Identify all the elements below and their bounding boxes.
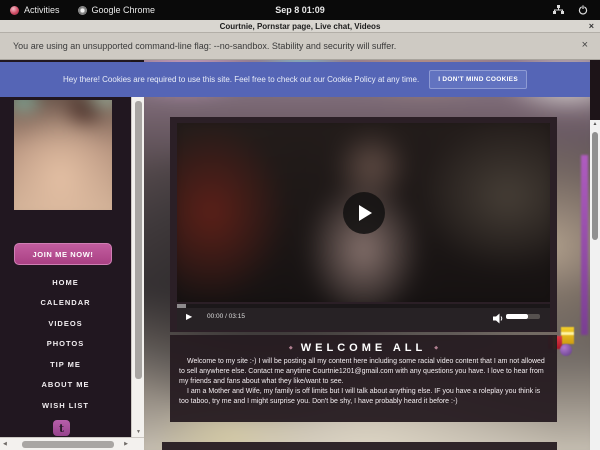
- video-controls: ▶ 00:00 / 03:15: [177, 304, 550, 330]
- browser-scroll-up-icon[interactable]: ▲: [590, 121, 600, 127]
- background-curtain: [581, 155, 588, 335]
- time-display: 00:00 / 03:15: [207, 313, 245, 320]
- sidebar-horizontal-scrollbar-thumb[interactable]: [22, 441, 114, 448]
- sidebar: JOIN ME NOW! HOME CALENDAR VIDEOS PHOTOS…: [0, 60, 131, 450]
- welcome-paragraph: I am a Mother and Wife, my family is off…: [179, 387, 548, 407]
- cookie-accept-button[interactable]: I DON'T MIND COOKIES: [429, 70, 527, 89]
- sidebar-item-calendar[interactable]: CALENDAR: [40, 293, 90, 314]
- video-progress-thumb[interactable]: [177, 304, 186, 308]
- warning-close-icon[interactable]: ×: [582, 39, 588, 51]
- activities-button[interactable]: Activities: [10, 5, 60, 15]
- sidebar-item-wish-list[interactable]: WISH LIST: [42, 395, 89, 416]
- play-overlay-button[interactable]: [343, 192, 385, 234]
- sidebar-horizontal-scrollbar[interactable]: ◀ ▶: [0, 437, 144, 450]
- browser-vertical-scrollbar[interactable]: ▲ ▼: [590, 120, 600, 450]
- welcome-heading-row: ◆ WELCOME ALL ◆: [170, 342, 557, 354]
- chrome-icon: [78, 6, 87, 15]
- volume-icon[interactable]: [493, 311, 504, 329]
- activities-label: Activities: [24, 5, 60, 15]
- main-content: ▶ 00:00 / 03:15 ◆ WELCOME ALL ◆ Wel: [144, 60, 590, 450]
- welcome-paragraph: Welcome to my site :-) I will be posting…: [179, 357, 548, 387]
- cookie-text: Hey there! Cookies are required to use t…: [63, 75, 419, 84]
- warning-text: You are using an unsupported command-lin…: [13, 41, 396, 51]
- video-progress-bar[interactable]: [177, 304, 550, 308]
- gift-decoration: [561, 327, 574, 344]
- welcome-text: Welcome to my site :-) I will be posting…: [170, 354, 557, 407]
- sidebar-menu: HOME CALENDAR VIDEOS PHOTOS TIP ME ABOUT…: [0, 272, 131, 416]
- sidebar-item-about-me[interactable]: ABOUT ME: [42, 375, 90, 396]
- cookie-consent-bar: Hey there! Cookies are required to use t…: [0, 62, 590, 97]
- sidebar-scroll-right-icon[interactable]: ▶: [124, 441, 128, 447]
- profile-photo: [14, 100, 112, 210]
- power-icon[interactable]: [578, 5, 588, 15]
- video-panel: ▶ 00:00 / 03:15: [170, 117, 557, 332]
- app-menu-label: Google Chrome: [92, 5, 156, 15]
- window-title: Courtnie, Pornstar page, Live chat, Vide…: [220, 22, 381, 31]
- sidebar-vertical-scrollbar[interactable]: ▼: [131, 97, 144, 437]
- volume-slider-track: [528, 314, 540, 319]
- play-icon: [359, 205, 372, 221]
- desktop: Activities Google Chrome Sep 8 01:09 Cou…: [0, 0, 600, 450]
- twitter-icon[interactable]: t: [53, 420, 70, 436]
- chrome-warning-bar: You are using an unsupported command-lin…: [0, 33, 600, 60]
- sidebar-item-photos[interactable]: PHOTOS: [47, 334, 85, 355]
- join-me-now-button[interactable]: JOIN ME NOW!: [14, 243, 112, 265]
- window-close-icon[interactable]: ×: [589, 21, 594, 31]
- gift-decoration: [560, 344, 572, 356]
- window-title-bar: Courtnie, Pornstar page, Live chat, Vide…: [0, 20, 600, 33]
- sidebar-vertical-scrollbar-thumb[interactable]: [135, 101, 142, 379]
- sidebar-item-videos[interactable]: VIDEOS: [48, 313, 82, 334]
- welcome-section: ◆ WELCOME ALL ◆ Welcome to my site :-) I…: [170, 335, 557, 422]
- app-menu-button[interactable]: Google Chrome: [78, 5, 156, 15]
- distro-logo-icon: [10, 6, 19, 15]
- network-icon[interactable]: [553, 5, 564, 15]
- video-player[interactable]: [177, 123, 550, 302]
- volume-slider[interactable]: [506, 314, 528, 319]
- play-button[interactable]: ▶: [186, 312, 192, 322]
- welcome-title: WELCOME ALL: [301, 342, 426, 354]
- sidebar-item-home[interactable]: HOME: [52, 272, 79, 293]
- sidebar-scroll-left-icon[interactable]: ◀: [3, 441, 7, 447]
- browser-viewport: JOIN ME NOW! HOME CALENDAR VIDEOS PHOTOS…: [0, 60, 600, 450]
- diamond-bullet-icon: ◆: [289, 345, 293, 351]
- browser-scrollbar-thumb[interactable]: [592, 132, 598, 240]
- next-section-panel: [162, 442, 557, 450]
- sidebar-item-tip-me[interactable]: TIP ME: [50, 354, 81, 375]
- diamond-bullet-icon: ◆: [434, 345, 438, 351]
- gnome-top-bar: Activities Google Chrome Sep 8 01:09: [0, 0, 600, 20]
